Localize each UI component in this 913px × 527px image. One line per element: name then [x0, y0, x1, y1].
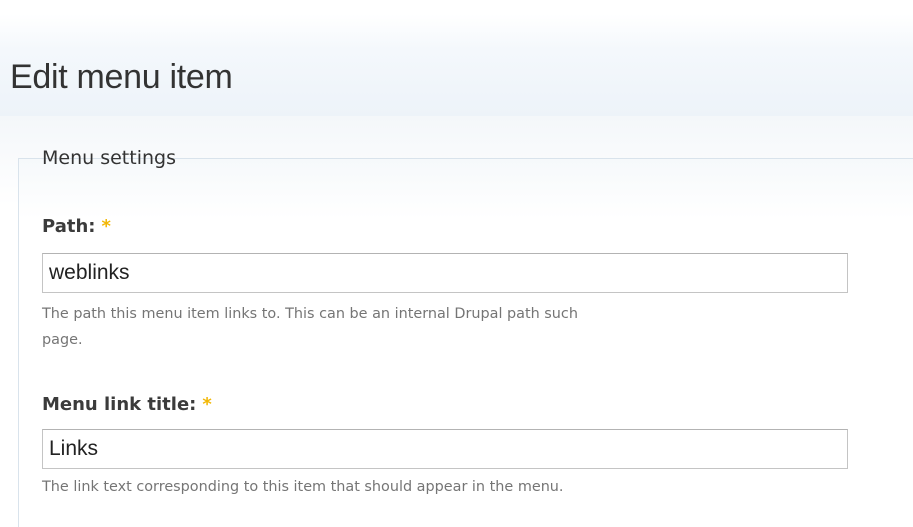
- menu-link-title-description: The link text corresponding to this item…: [42, 479, 564, 495]
- path-description-line-2: page.: [42, 332, 83, 348]
- path-label-text: Path:: [42, 216, 96, 237]
- menu-link-title-label-text: Menu link title:: [42, 394, 197, 415]
- menu-link-title-input-value: Links: [49, 437, 99, 460]
- page-header: Edit menu item: [0, 14, 913, 116]
- path-description: The path this menu item links to. This c…: [42, 301, 913, 353]
- path-label: Path: *: [42, 216, 111, 237]
- path-description-line-1: The path this menu item links to. This c…: [42, 306, 578, 322]
- menu-link-title-input[interactable]: Links: [42, 429, 848, 469]
- path-input[interactable]: weblinks: [42, 253, 848, 293]
- fieldset-legend: Menu settings: [42, 147, 176, 169]
- menu-link-title-label: Menu link title: *: [42, 394, 212, 415]
- menu-link-title-required-marker: *: [202, 394, 212, 415]
- path-required-marker: *: [101, 216, 111, 237]
- page-title: Edit menu item: [10, 58, 233, 96]
- path-input-value: weblinks: [49, 261, 130, 284]
